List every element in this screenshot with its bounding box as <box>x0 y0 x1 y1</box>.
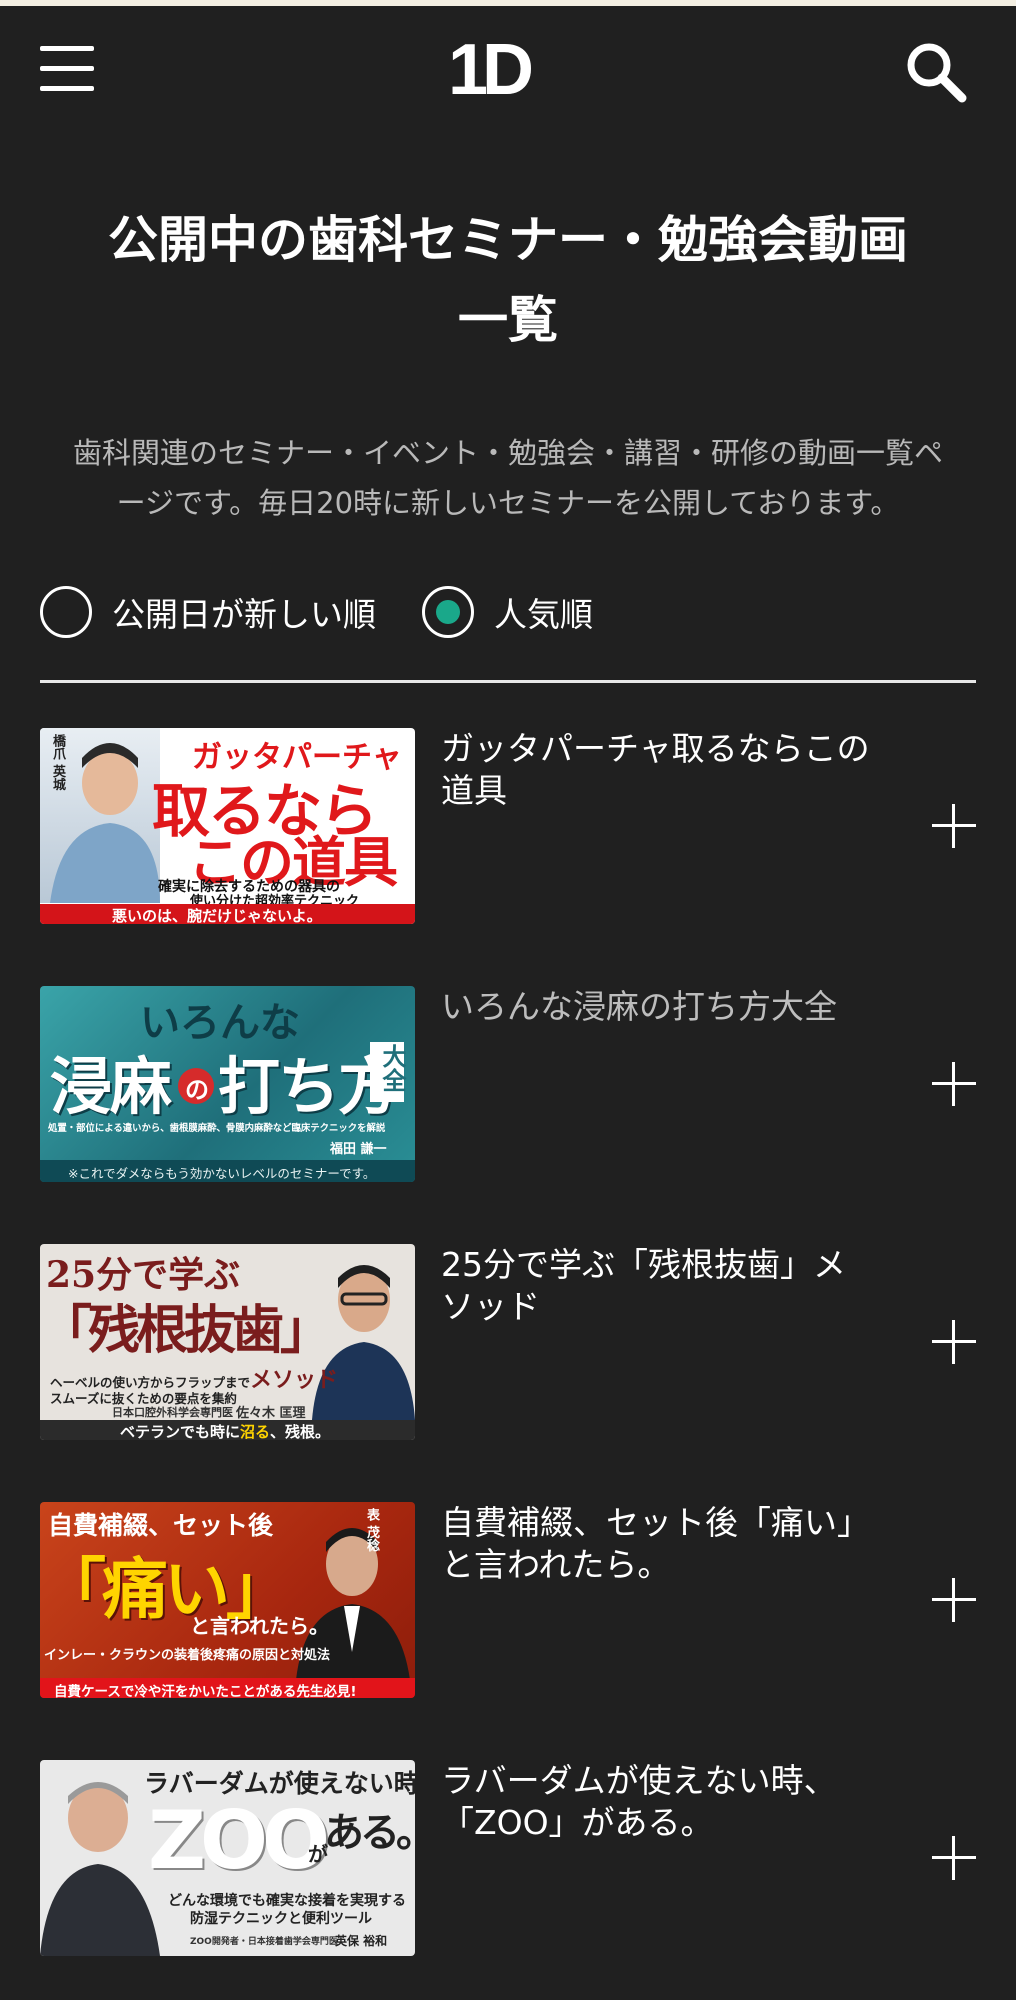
add-plus-icon[interactable] <box>932 1320 976 1364</box>
menu-bar <box>40 46 94 51</box>
radio-circle-checked[interactable] <box>422 586 474 638</box>
thumb-affiliation: ZOO開発者・日本接着歯学会専門医 <box>190 1937 338 1947</box>
menu-bar <box>40 66 94 71</box>
video-title-line2: 道具 <box>441 771 507 810</box>
thumb-footer-bar: ベテランでも時に沼る、残根。 <box>40 1420 415 1440</box>
thumb-footer: 悪いのは、腕だけじゃないよ。 <box>112 907 322 924</box>
thumb-main1: 「残根抜歯」 <box>40 1300 332 1361</box>
thumb-main2: の <box>185 1076 209 1104</box>
video-title[interactable]: 25分で学ぶ「残根抜歯」メ ソッド <box>441 1244 931 1328</box>
menu-bar <box>40 86 94 91</box>
thumb-name: 佐々木 匡理 <box>236 1406 306 1421</box>
divider <box>40 680 976 683</box>
video-title-line2: 「ZOO」がある。 <box>441 1803 714 1842</box>
thumb-badge: 大全 <box>378 1044 406 1092</box>
video-item[interactable]: いろんな 浸麻 の 打ち方 大全 処置・部位による違いから、歯根膜麻酔、骨膜内麻… <box>40 986 976 1182</box>
app-header: 1D <box>0 6 1016 136</box>
add-plus-icon[interactable] <box>932 804 976 848</box>
video-thumbnail[interactable]: ラバーダムが使えない時、 ZOO が ある。 どんな環境でも確実な接着を実現する… <box>40 1760 415 1956</box>
sort-popular-label[interactable]: 人気順 <box>494 588 593 636</box>
thumb-main1: ZOO <box>148 1794 330 1887</box>
video-title-line1: 25分で学ぶ「残根抜歯」メ <box>441 1245 846 1284</box>
thumb-method: メソッド <box>250 1368 339 1393</box>
video-item[interactable]: 自費補綴、セット後 「痛い」 と言われたら。 インレー・クラウンの装着後疼痛の原… <box>40 1502 976 1698</box>
thumb-sub1: インレー・クラウンの装着後疼痛の原因と対処法 <box>44 1648 331 1663</box>
thumb-footer-post: 、残根。 <box>270 1423 331 1440</box>
presenter-photo <box>40 1760 160 1956</box>
thumb-main1: 浸麻 <box>50 1050 172 1123</box>
thumb-sub1: 処置・部位による違いから、歯根膜麻酔、骨膜内麻酔など臨床テクニックを解説 <box>48 1123 386 1134</box>
video-title[interactable]: 自費補綴、セット後「痛い」 と言われたら。 <box>441 1502 931 1586</box>
add-plus-icon[interactable] <box>932 1578 976 1622</box>
thumb-sub0: と言われたら。 <box>190 1614 329 1638</box>
thumb-footer: ベテランでも時に沼る、残根。 <box>120 1421 330 1440</box>
video-item[interactable]: ラバーダムが使えない時、 ZOO が ある。 どんな環境でも確実な接着を実現する… <box>40 1760 976 1956</box>
site-logo[interactable]: 1D <box>448 34 548 106</box>
thumb-footer-bar: 自費ケースで冷や汗をかいたことがある先生必見! <box>40 1678 415 1698</box>
video-title[interactable]: ガッタパーチャ取るならこの 道具 <box>441 728 931 812</box>
thumb-footer: 自費ケースで冷や汗をかいたことがある先生必見! <box>54 1684 357 1698</box>
video-title[interactable]: いろんな浸麻の打ち方大全 <box>441 986 931 1028</box>
thumb-name: 表 茂稔 <box>364 1508 379 1552</box>
thumb-sub1: どんな環境でも確実な接着を実現する <box>168 1893 406 1909</box>
logo-text: 1D <box>448 30 534 110</box>
search-icon[interactable] <box>904 40 968 104</box>
video-title-line2: ソッド <box>441 1287 540 1326</box>
thumb-badge-box: 大全 <box>370 1042 406 1102</box>
thumb-no-badge: の <box>178 1068 214 1104</box>
thumb-footer: ※これでダメならもう効かないレベルのセミナーです。 <box>68 1166 376 1181</box>
sort-newest-radio[interactable]: 公開日が新しい順 <box>40 584 376 640</box>
thumb-name: 橋爪 英城 <box>50 734 65 791</box>
video-thumbnail[interactable]: 橋爪 英城 ガッタパーチャ 取るなら この道具 確実に除去するための器具の 使い… <box>40 728 415 924</box>
sort-newest-label[interactable]: 公開日が新しい順 <box>112 588 376 636</box>
thumb-footer-bar: ※これでダメならもう効かないレベルのセミナーです。 <box>40 1160 415 1182</box>
thumb-name: 福田 謙一 <box>330 1142 387 1157</box>
thumb-footer-bar: 悪いのは、腕だけじゃないよ。 <box>40 904 415 924</box>
video-title-line1: いろんな浸麻の打ち方大全 <box>441 987 837 1026</box>
video-item[interactable]: 橋爪 英城 ガッタパーチャ 取るなら この道具 確実に除去するための器具の 使い… <box>40 728 976 924</box>
presenter-figure <box>40 1782 160 1956</box>
thumb-footer-highlight: 沼る <box>240 1423 271 1440</box>
video-item[interactable]: 25分で学ぶ 「残根抜歯」 ヘーベルの使い方からフラップまで スムーズに抜くため… <box>40 1244 976 1440</box>
page-description: 歯科関連のセミナー・イベント・勉強会・講習・研修の動画一覧ペ ージです。毎日20… <box>40 428 976 528</box>
thumb-name: 英保 裕和 <box>335 1934 388 1948</box>
video-thumbnail[interactable]: 25分で学ぶ 「残根抜歯」 ヘーベルの使い方からフラップまで スムーズに抜くため… <box>40 1244 415 1440</box>
sort-options: 公開日が新しい順 人気順 <box>40 584 976 640</box>
page-description-line2: ージです。毎日20時に新しいセミナーを公開しております。 <box>116 486 900 520</box>
video-thumbnail[interactable]: いろんな 浸麻 の 打ち方 大全 処置・部位による違いから、歯根膜麻酔、骨膜内麻… <box>40 986 415 1182</box>
thumb-affiliation: 日本口腔外科学会専門医 <box>112 1406 233 1419</box>
video-thumbnail[interactable]: 自費補綴、セット後 「痛い」 と言われたら。 インレー・クラウンの装着後疼痛の原… <box>40 1502 415 1698</box>
add-plus-icon[interactable] <box>932 1062 976 1106</box>
page-description-line1: 歯科関連のセミナー・イベント・勉強会・講習・研修の動画一覧ペ <box>72 436 943 470</box>
video-title-line1: ラバーダムが使えない時、 <box>441 1761 837 1800</box>
hamburger-menu-icon[interactable] <box>40 46 94 94</box>
radio-circle[interactable] <box>40 586 92 638</box>
video-title[interactable]: ラバーダムが使えない時、 「ZOO」がある。 <box>441 1760 931 1844</box>
video-title-line2: と言われたら。 <box>441 1545 671 1584</box>
page-title: 公開中の歯科セミナー・勉強会動画 一覧 <box>40 200 976 360</box>
add-plus-icon[interactable] <box>932 1836 976 1880</box>
video-title-line1: ガッタパーチャ取るならこの <box>441 729 870 768</box>
page-title-line2: 一覧 <box>458 291 558 349</box>
thumb-sub2: 防湿テクニックと便利ツール <box>190 1911 372 1927</box>
page-title-line1: 公開中の歯科セミナー・勉強会動画 <box>108 211 908 269</box>
thumb-footer-pre: ベテランでも時に <box>120 1423 241 1440</box>
thumb-aru: ある。 <box>324 1809 415 1856</box>
sort-popular-radio[interactable]: 人気順 <box>422 584 593 640</box>
video-title-line1: 自費補綴、セット後「痛い」 <box>441 1503 870 1542</box>
